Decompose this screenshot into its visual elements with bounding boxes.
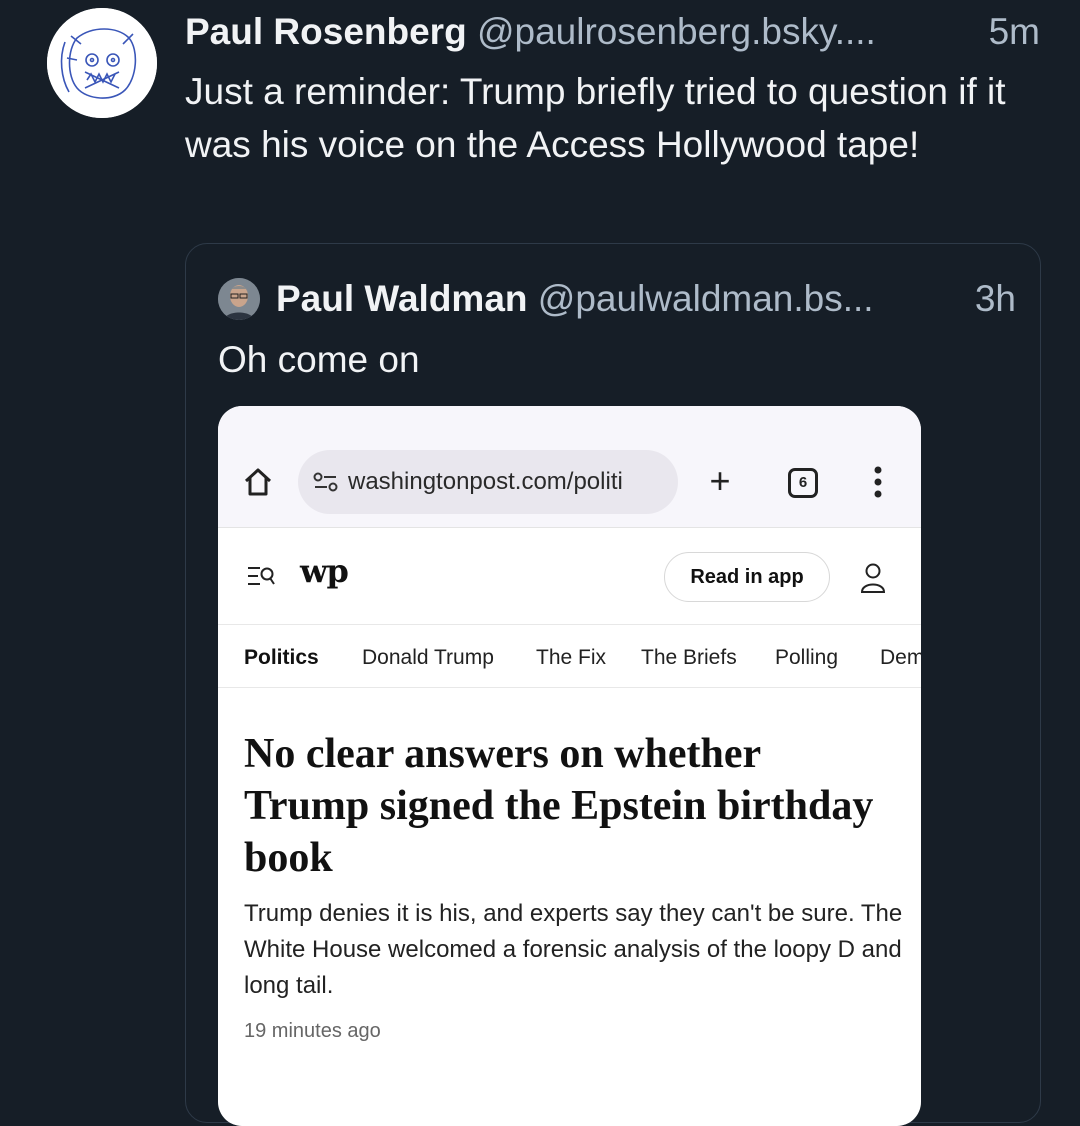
read-in-app-button: Read in app xyxy=(664,552,830,602)
post-time[interactable]: 5m xyxy=(989,10,1040,54)
nav-item-the-fix: The Fix xyxy=(536,646,607,669)
wp-logo: wp xyxy=(300,552,349,590)
author-avatar[interactable] xyxy=(47,8,157,118)
tabs-icon: 6 xyxy=(788,468,818,498)
section-nav: Politics Donald Trump The Fix The Briefs… xyxy=(218,625,921,688)
nav-item-polling: Polling xyxy=(775,646,839,669)
quote-author-avatar[interactable] xyxy=(218,278,260,320)
embedded-screenshot-image[interactable]: washingtonpost.com/politi + 6 wp Read in… xyxy=(218,406,921,1126)
browser-toolbar: washingtonpost.com/politi + 6 xyxy=(218,406,921,528)
quote-header: Paul Waldman @paulwaldman.bs... 3h xyxy=(276,277,1016,321)
quote-text: Oh come on xyxy=(218,339,420,380)
article-headline: No clear answers on whether Trump signed… xyxy=(244,731,874,881)
post-header: Paul Rosenberg @paulrosenberg.bsky.... 5… xyxy=(185,10,1055,54)
plus-icon: + xyxy=(709,460,731,501)
menu-search-icon xyxy=(248,567,275,585)
author-name[interactable]: Paul Rosenberg xyxy=(185,11,467,52)
quote-author-name[interactable]: Paul Waldman xyxy=(276,278,528,319)
nav-item-dem: Dem xyxy=(880,646,921,669)
account-icon xyxy=(860,563,886,593)
article-timestamp: 19 minutes ago xyxy=(244,1020,381,1042)
quote-post-card[interactable]: Paul Waldman @paulwaldman.bs... 3h Oh co… xyxy=(185,243,1041,1126)
site-settings-icon xyxy=(313,472,338,492)
site-header: wp Read in app xyxy=(218,528,921,625)
nav-item-the-briefs: The Briefs xyxy=(641,646,737,669)
home-icon xyxy=(244,468,272,496)
post-text: Just a reminder: Trump briefly tried to … xyxy=(185,71,1006,165)
article-dek: Trump denies it is his, and experts say … xyxy=(244,900,903,999)
more-vertical-icon xyxy=(874,466,882,498)
quote-time[interactable]: 3h xyxy=(975,277,1016,321)
address-bar: washingtonpost.com/politi xyxy=(298,450,678,514)
quote-author-handle[interactable]: @paulwaldman.bs... xyxy=(538,278,874,319)
post: Paul Rosenberg @paulrosenberg.bsky.... 5… xyxy=(0,0,1080,1126)
address-bar-url: washingtonpost.com/politi xyxy=(348,468,623,495)
nav-item-donald-trump: Donald Trump xyxy=(362,646,494,669)
nav-item-politics: Politics xyxy=(244,646,319,669)
author-handle[interactable]: @paulrosenberg.bsky.... xyxy=(477,11,876,52)
